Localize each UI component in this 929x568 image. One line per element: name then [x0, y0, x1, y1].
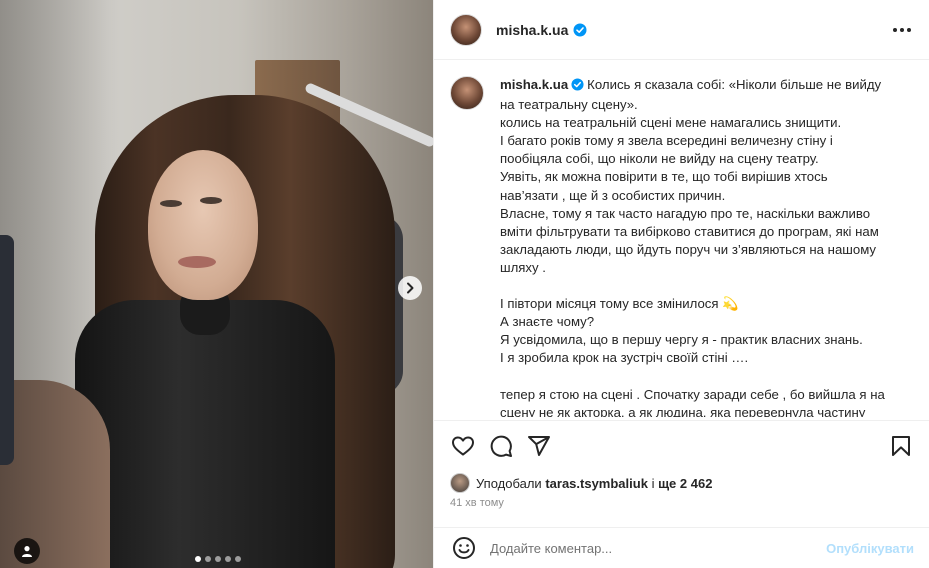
caption-line: на театральну сцену». — [500, 97, 638, 113]
caption-scroll-area[interactable]: misha.k.ua Колись я сказала собі: «Ніколи… — [450, 72, 920, 417]
caption-line: тепер я стою на сцені . Спочатку заради … — [500, 386, 885, 402]
comment-input[interactable] — [490, 540, 827, 556]
share-button[interactable] — [526, 433, 552, 459]
caption-username[interactable]: misha.k.ua — [500, 77, 568, 92]
caption-line: І півтори місяця тому все змінилося 💫 — [500, 296, 739, 312]
likes-count[interactable]: ще 2 462 — [658, 476, 712, 491]
post-header: misha.k.ua — [434, 0, 929, 60]
likes-summary: Уподобали taras.tsymbaliuk і ще 2 462 — [450, 472, 712, 494]
photo-face — [148, 150, 258, 300]
heart-icon — [452, 436, 474, 455]
liker-username[interactable]: taras.tsymbaliuk — [545, 476, 648, 491]
bookmark-icon — [892, 435, 910, 456]
likes-connector: і — [651, 475, 655, 491]
caption-line: А знаєте чому? — [500, 314, 595, 330]
photo-leather-top — [75, 300, 335, 568]
comment-button[interactable] — [488, 433, 514, 459]
share-icon — [528, 435, 550, 456]
likes-prefix: Уподобали — [476, 475, 542, 491]
like-button[interactable] — [450, 433, 476, 459]
avatar[interactable] — [450, 13, 482, 46]
caption-line: пообіцяла собі, що ніколи не вийду на сц… — [500, 151, 819, 167]
carousel-dot — [235, 556, 241, 562]
caption-text: misha.k.ua Колись я сказала собі: «Ніколи… — [500, 76, 910, 417]
photo-lips — [178, 256, 216, 268]
photo-phone — [0, 235, 14, 465]
header-username[interactable]: misha.k.ua — [496, 22, 568, 38]
comment-bar: Опублікувати — [434, 527, 929, 568]
caption-line: Уявіть, як можна повірити в те, що тобі … — [500, 169, 828, 185]
caption-line: І багато років тому я звела всередині ве… — [500, 133, 833, 149]
caption-line: Колись я сказала собі: «Ніколи більше не… — [587, 77, 882, 92]
caption-line: Я усвідомила, що в першу чергу я - практ… — [500, 332, 863, 348]
photo-eye-left — [160, 200, 182, 207]
post-comment-button[interactable]: Опублікувати — [826, 541, 914, 556]
emoji-icon — [453, 537, 475, 559]
post-timestamp[interactable]: 41 хв тому — [450, 497, 504, 509]
caption-lines: на театральну сцену». колись на театральн… — [500, 96, 910, 417]
verified-badge-icon — [573, 23, 587, 37]
carousel-next-button[interactable] — [398, 276, 422, 300]
carousel-indicator — [195, 556, 241, 562]
carousel-dot — [205, 556, 211, 562]
more-icon — [893, 27, 897, 32]
caption-line: вміти фільтрувати та вибірково ставитися… — [500, 223, 879, 239]
user-tag-icon — [22, 546, 32, 557]
caption-line: шляху . — [500, 259, 546, 275]
carousel-dot — [195, 556, 201, 562]
caption-line: Власне, тому я так часто нагадую про те,… — [500, 205, 871, 221]
chevron-right-icon — [407, 282, 414, 294]
caption-avatar[interactable] — [450, 76, 484, 110]
post-details-panel: misha.k.ua misha.k.ua Колись я сказала со… — [433, 0, 929, 568]
user-tag-button[interactable] — [14, 538, 40, 564]
more-icon-dot — [907, 27, 911, 32]
caption-line: закладають люди, що йдуть поруч чи з’явл… — [500, 241, 877, 257]
save-button[interactable] — [888, 433, 914, 459]
comment-icon — [490, 435, 512, 457]
liker-avatar[interactable] — [450, 473, 470, 493]
caption-first-line: misha.k.ua Колись я сказала собі: «Ніколи… — [500, 76, 910, 96]
caption-line: І я зробила крок на зустріч своїй стіні … — [500, 350, 749, 366]
caption-line: колись на театральній сцені мене намагал… — [500, 115, 842, 131]
verified-badge-icon — [571, 78, 584, 96]
more-options-button[interactable] — [891, 22, 913, 38]
photo-hand — [0, 380, 110, 568]
carousel-dot — [215, 556, 221, 562]
more-icon-dot — [900, 27, 904, 32]
caption-line: сцену не як акторка, а як людина, яка пе… — [500, 404, 866, 417]
photo-eye-right — [200, 197, 222, 204]
post-media[interactable] — [0, 0, 433, 568]
emoji-button[interactable] — [450, 534, 478, 562]
caption-line: нав’язати , ще й з особистих причин. — [500, 187, 726, 203]
carousel-dot — [225, 556, 231, 562]
action-bar — [434, 420, 929, 470]
